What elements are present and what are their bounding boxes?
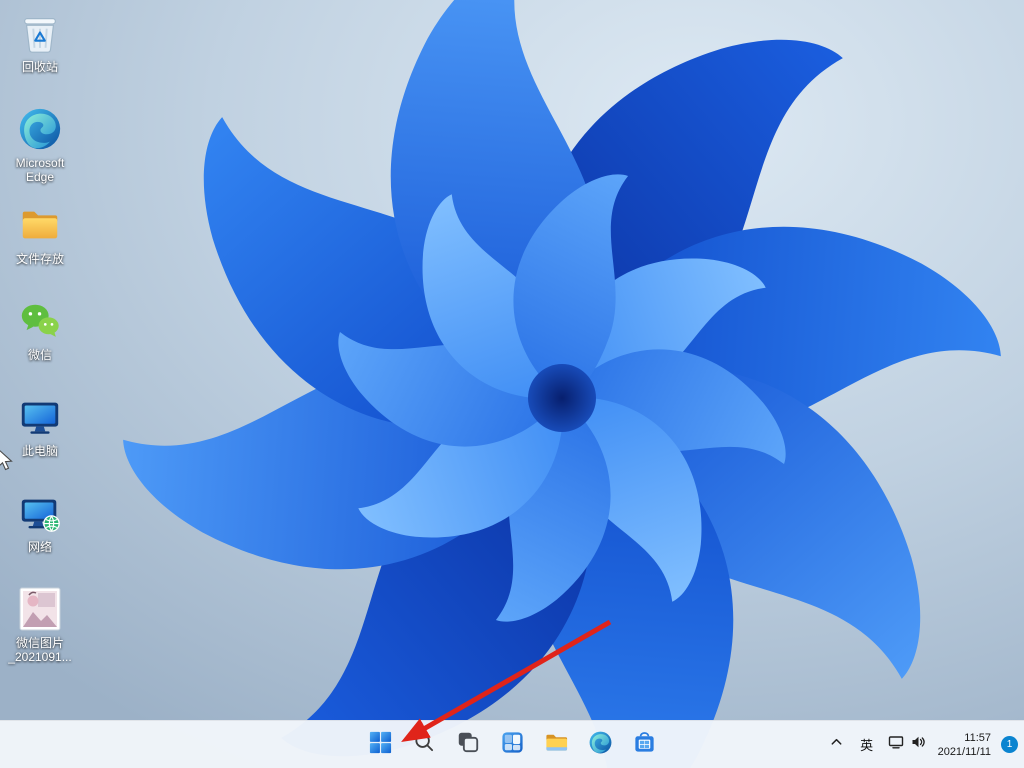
desktop-icon-edge[interactable]: Microsoft Edge: [1, 102, 79, 192]
desktop-icon-folder[interactable]: 文件存放: [1, 198, 79, 288]
windows-start-icon: [368, 730, 393, 760]
search-icon: [412, 730, 436, 759]
desktop-icon-wechat-image[interactable]: 微信图片_2021091...: [1, 582, 79, 672]
desktop-icon-label: 此电脑: [22, 444, 58, 458]
notification-badge[interactable]: 1: [1001, 736, 1018, 753]
wallpaper-bloom: [0, 0, 1024, 768]
wechat-icon: [16, 297, 64, 345]
file-explorer-icon: [544, 730, 569, 760]
edge-icon: [588, 730, 613, 760]
folder-icon: [16, 201, 64, 249]
desktop-icon-this-pc[interactable]: 此电脑: [1, 390, 79, 480]
edge-taskbar-button[interactable]: [580, 725, 620, 765]
image-thumbnail-icon: [16, 585, 64, 633]
desktop-icon-label: 文件存放: [16, 252, 64, 266]
network-tray-icon: [888, 734, 904, 755]
recycle-bin-icon: [16, 9, 64, 57]
this-pc-icon: [16, 393, 64, 441]
ime-label: 英: [860, 735, 873, 754]
desktop-icon-column: 回收站 Microsoft Edge 文件存放: [1, 6, 79, 678]
desktop-icon-label: 微信图片_2021091...: [3, 636, 77, 664]
taskbar-center-icons: [360, 721, 664, 768]
tray-overflow-button[interactable]: [823, 726, 851, 764]
chevron-up-icon: [829, 735, 844, 755]
desktop-icon-label: Microsoft Edge: [3, 156, 77, 184]
file-explorer-button[interactable]: [536, 725, 576, 765]
widgets-icon: [500, 730, 525, 760]
start-button[interactable]: [360, 725, 400, 765]
desktop-icon-network[interactable]: 网络: [1, 486, 79, 576]
clock[interactable]: 11:57 2021/11/11: [933, 726, 996, 764]
network-icon: [16, 489, 64, 537]
volume-icon: [910, 734, 926, 755]
desktop-icon-wechat[interactable]: 微信: [1, 294, 79, 384]
task-view-button[interactable]: [448, 725, 488, 765]
clock-date: 2021/11/11: [938, 745, 991, 759]
desktop-icon-label: 网络: [28, 540, 52, 554]
task-view-icon: [456, 730, 480, 759]
store-icon: [632, 730, 657, 760]
ime-indicator[interactable]: 英: [853, 726, 881, 764]
network-volume-button[interactable]: [883, 726, 931, 764]
taskbar: 英 11:57 2021/11/11 1: [0, 720, 1024, 768]
system-tray: 英 11:57 2021/11/11 1: [823, 721, 1018, 768]
desktop-icon-recycle-bin[interactable]: 回收站: [1, 6, 79, 96]
widgets-button[interactable]: [492, 725, 532, 765]
edge-icon: [16, 105, 64, 153]
search-button[interactable]: [404, 725, 444, 765]
desktop-icon-label: 回收站: [22, 60, 58, 74]
clock-time: 11:57: [938, 731, 991, 745]
store-button[interactable]: [624, 725, 664, 765]
desktop-icon-label: 微信: [28, 348, 52, 362]
